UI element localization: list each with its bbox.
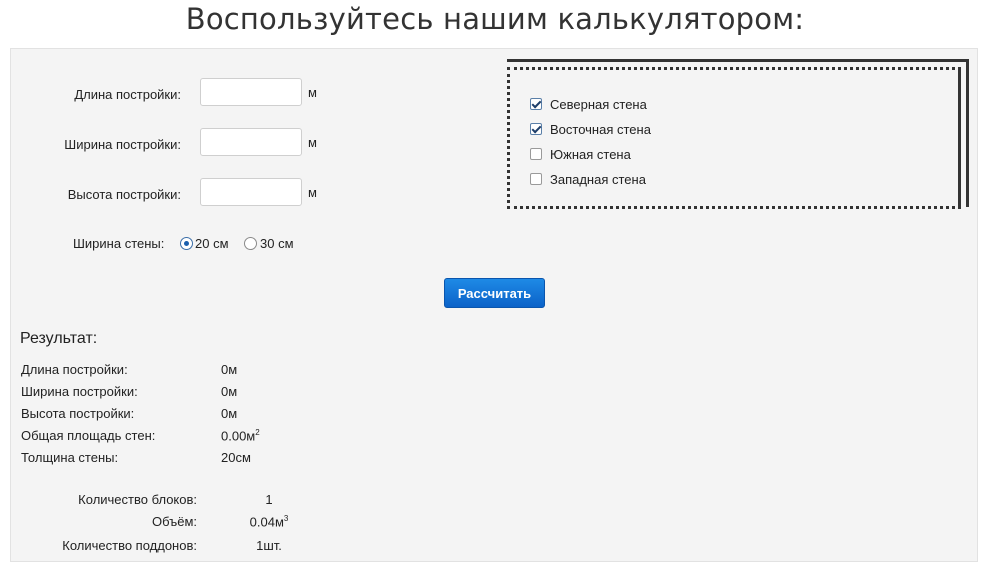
length-unit: м — [308, 85, 317, 100]
summary-volume-label: Объём: — [151, 514, 197, 529]
west-wall-label: Западная стена — [550, 172, 646, 187]
result-width-label: Ширина постройки: — [21, 384, 138, 399]
result-length-value: 0м — [221, 362, 238, 377]
height-label: Высота постройки: — [67, 187, 181, 202]
width-label: Ширина постройки: — [64, 137, 181, 152]
wall-width-30-label: 30 см — [260, 236, 294, 251]
page-title: Воспользуйтесь нашим калькулятором: — [185, 2, 805, 36]
wall-width-label: Ширина стены: — [73, 236, 165, 251]
result-wall-thickness-value: 20см — [221, 450, 251, 465]
result-title: Результат: — [20, 330, 98, 347]
west-wall-checkbox[interactable] — [530, 173, 542, 185]
wall-width-20-label: 20 см — [195, 236, 229, 251]
summary-pallets-label: Количество поддонов: — [62, 538, 197, 553]
height-input[interactable] — [200, 178, 302, 206]
height-unit: м — [308, 185, 317, 200]
result-wall-area-value: 0.00м2 — [221, 428, 260, 444]
south-wall-label: Южная стена — [550, 147, 631, 162]
east-wall-label: Восточная стена — [550, 122, 651, 137]
result-length-label: Длина постройки: — [21, 362, 128, 377]
north-wall-checkbox[interactable] — [530, 98, 542, 110]
calculator-panel: Длина постройки: м Ширина постройки: м В… — [10, 48, 978, 562]
walls-frame: Северная стена Восточная стена Южная сте… — [507, 59, 969, 209]
area-superscript: 2 — [255, 428, 260, 437]
result-width-value: 0м — [221, 384, 238, 399]
width-input[interactable] — [200, 128, 302, 156]
result-wall-area-label: Общая площадь стен: — [21, 428, 156, 443]
volume-superscript: 3 — [283, 514, 289, 523]
length-input[interactable] — [200, 78, 302, 106]
summary-blocks-label: Количество блоков: — [78, 492, 197, 507]
south-wall-checkbox[interactable] — [530, 148, 542, 160]
width-unit: м — [308, 135, 317, 150]
length-label: Длина постройки: — [74, 87, 181, 102]
east-wall-checkbox[interactable] — [530, 123, 542, 135]
north-wall-label: Северная стена — [550, 97, 647, 112]
result-wall-thickness-label: Толщина стены: — [21, 450, 119, 465]
result-height-value: 0м — [221, 406, 238, 421]
summary-pallets-value: 1шт. — [256, 538, 282, 553]
result-height-label: Высота постройки: — [21, 406, 135, 421]
summary-blocks-value: 1 — [265, 492, 273, 507]
wall-width-30-radio[interactable] — [244, 237, 257, 250]
wall-width-20-radio[interactable] — [180, 237, 193, 250]
calculate-button[interactable]: Рассчитать — [444, 278, 545, 308]
summary-volume-value: 0.04м3 — [249, 514, 289, 530]
walls-selection-box: Северная стена Восточная стена Южная сте… — [507, 67, 961, 209]
